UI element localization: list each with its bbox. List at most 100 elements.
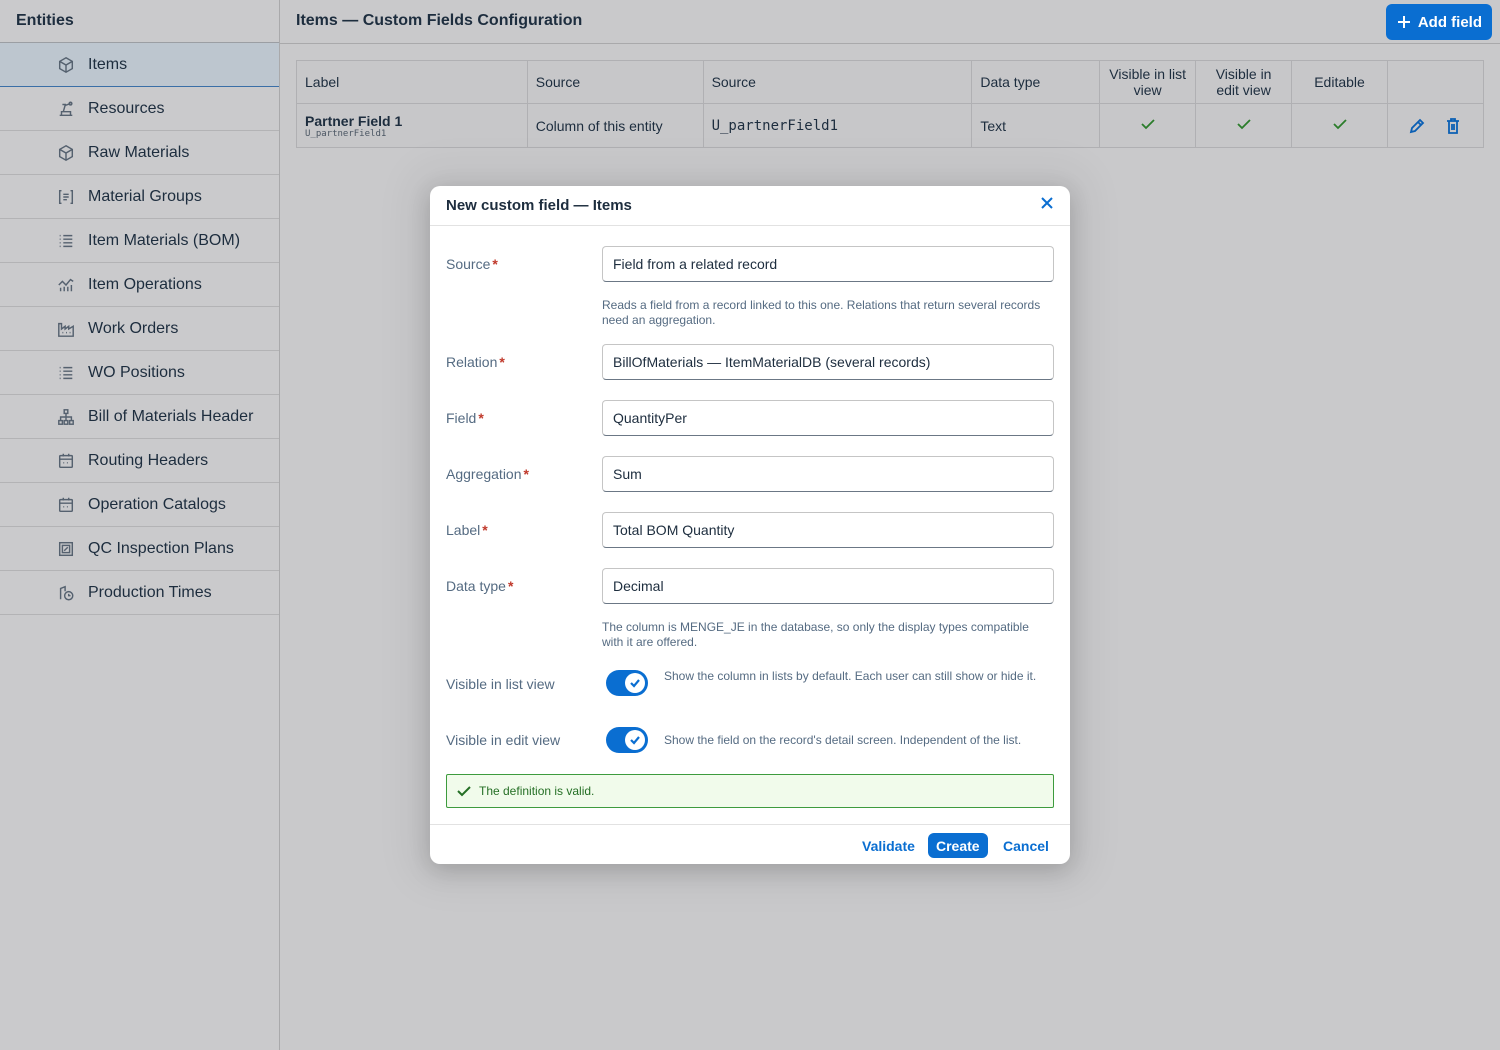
sidebar-item-item-operations[interactable]: Item Operations [0,263,279,307]
sidebar-item-label: Routing Headers [88,451,209,469]
inspection-icon [56,539,76,559]
sidebar-item-bom-header[interactable]: Bill of Materials Header [0,395,279,439]
aggregation-row: Aggregation * Sum [446,456,1054,492]
table-row[interactable]: Partner Field 1 U_partnerField1 Column o… [296,103,1485,148]
cell-source: Column of this entity [526,103,704,148]
column-header-visible-edit[interactable]: Visible in edit view [1195,60,1293,104]
sidebar-item-raw-materials[interactable]: Raw Materials [0,131,279,175]
sidebar-item-material-groups[interactable]: Material Groups [0,175,279,219]
chart-icon [56,275,76,295]
sidebar-title: Entities [0,0,279,43]
column-header-editable[interactable]: Editable [1291,60,1388,104]
close-icon[interactable] [1040,196,1054,215]
sidebar-item-qc-inspection-plans[interactable]: QC Inspection Plans [0,527,279,571]
cube-icon [56,143,76,163]
label-input[interactable]: Total BOM Quantity [602,512,1054,548]
custom-fields-table: Label Source Source Data type Visible in… [296,60,1485,148]
delete-trash-icon[interactable] [1444,117,1462,135]
page-header: Items — Custom Fields Configuration Add … [280,0,1500,44]
column-header-source-field[interactable]: Source [702,60,973,104]
cell-actions [1386,103,1485,148]
source-hint: Reads a field from a record linked to th… [602,298,1041,327]
visible-edit-toggle[interactable] [606,727,648,753]
field-select[interactable]: QuantityPer [602,400,1054,436]
checkmark-icon [1332,119,1347,130]
sidebar-item-wo-positions[interactable]: WO Positions [0,351,279,395]
calendar-icon [56,495,76,515]
dialog-header: New custom field — Items [430,186,1070,226]
datatype-select[interactable]: Decimal [602,568,1054,604]
visible-list-label: Visible in list view [446,676,555,692]
column-header-data-type[interactable]: Data type [971,60,1101,104]
relation-select[interactable]: BillOfMaterials — ItemMaterialDB (severa… [602,344,1054,380]
relation-row: Relation * BillOfMaterials — ItemMaterial… [446,344,1054,380]
sidebar-item-label: Raw Materials [88,143,190,161]
sidebar-item-label: Material Groups [88,187,202,205]
new-custom-field-dialog: New custom field — Items Source * Field f… [430,186,1070,864]
cell-label: Partner Field 1 U_partnerField1 [296,103,528,148]
sidebar-item-label: Item Operations [88,275,202,293]
create-button[interactable]: Create [928,833,988,858]
list-icon [56,231,76,251]
validation-message: The definition is valid. [446,774,1054,808]
list-icon [56,363,76,383]
cell-editable [1291,103,1388,148]
dialog-title: New custom field — Items [446,197,632,214]
validate-button[interactable]: Validate [854,833,923,858]
source-row: Source * Field from a related record [446,246,1054,282]
checkmark-icon [1141,119,1155,130]
sidebar-item-resources[interactable]: Resources [0,87,279,131]
sidebar-item-label: Production Times [88,583,212,601]
cell-visible-list [1099,103,1197,148]
datatype-row: Data type * Decimal [446,568,1054,604]
add-field-label: Add field [1417,13,1482,31]
add-field-button[interactable]: Add field [1385,4,1492,40]
cell-data-type: Text [971,103,1101,148]
aggregation-select[interactable]: Sum [602,456,1054,492]
clock-icon [56,583,76,603]
field-technical-name: U_partnerField1 [305,128,387,139]
column-header-label[interactable]: Label [296,60,528,104]
sidebar-item-operation-catalogs[interactable]: Operation Catalogs [0,483,279,527]
sidebar-item-label: Work Orders [88,319,179,337]
visible-list-toggle[interactable] [606,670,648,696]
datatype-hint: The column is MENGE_JE in the database, … [602,620,1029,649]
validation-text: The definition is valid. [479,784,595,798]
machine-icon [56,99,76,119]
sidebar-item-label: Operation Catalogs [88,495,226,513]
sidebar-item-label: Bill of Materials Header [88,407,254,425]
column-header-visible-list[interactable]: Visible in list view [1099,60,1197,104]
label-label: Label * [446,522,488,538]
edit-pencil-icon[interactable] [1408,117,1426,135]
source-label: Source * [446,256,498,272]
plus-icon [1397,16,1410,28]
cube-icon [56,55,76,75]
sidebar-item-label: Item Materials (BOM) [88,231,241,249]
group-icon [56,187,76,207]
column-header-source[interactable]: Source [526,60,704,104]
sidebar: Entities Items Resources Raw Materials M… [0,0,280,1050]
sidebar-item-production-times[interactable]: Production Times [0,571,279,615]
datatype-label: Data type * [446,578,514,594]
calendar-icon [56,451,76,471]
field-label: Field * [446,410,484,426]
sidebar-item-item-materials[interactable]: Item Materials (BOM) [0,219,279,263]
cell-source-field: U_partnerField1 [702,103,973,148]
dialog-footer: Validate Create Cancel [430,824,1070,864]
sidebar-item-label: QC Inspection Plans [88,539,234,557]
cancel-button[interactable]: Cancel [995,833,1057,858]
cell-visible-edit [1195,103,1293,148]
source-select[interactable]: Field from a related record [602,246,1054,282]
sidebar-item-label: Resources [88,99,165,117]
visible-edit-label: Visible in edit view [446,732,561,748]
sidebar-item-label: Items [88,55,128,73]
table-header-row: Label Source Source Data type Visible in… [296,60,1485,104]
relation-label: Relation * [446,354,505,370]
sidebar-item-items[interactable]: Items [0,43,279,87]
field-label: Partner Field 1 [305,112,403,129]
visible-edit-description: Show the field on the record's detail sc… [664,733,1022,747]
checkmark-icon [630,679,640,688]
sidebar-item-routing-headers[interactable]: Routing Headers [0,439,279,483]
sidebar-item-work-orders[interactable]: Work Orders [0,307,279,351]
sidebar-item-label: WO Positions [88,363,185,381]
